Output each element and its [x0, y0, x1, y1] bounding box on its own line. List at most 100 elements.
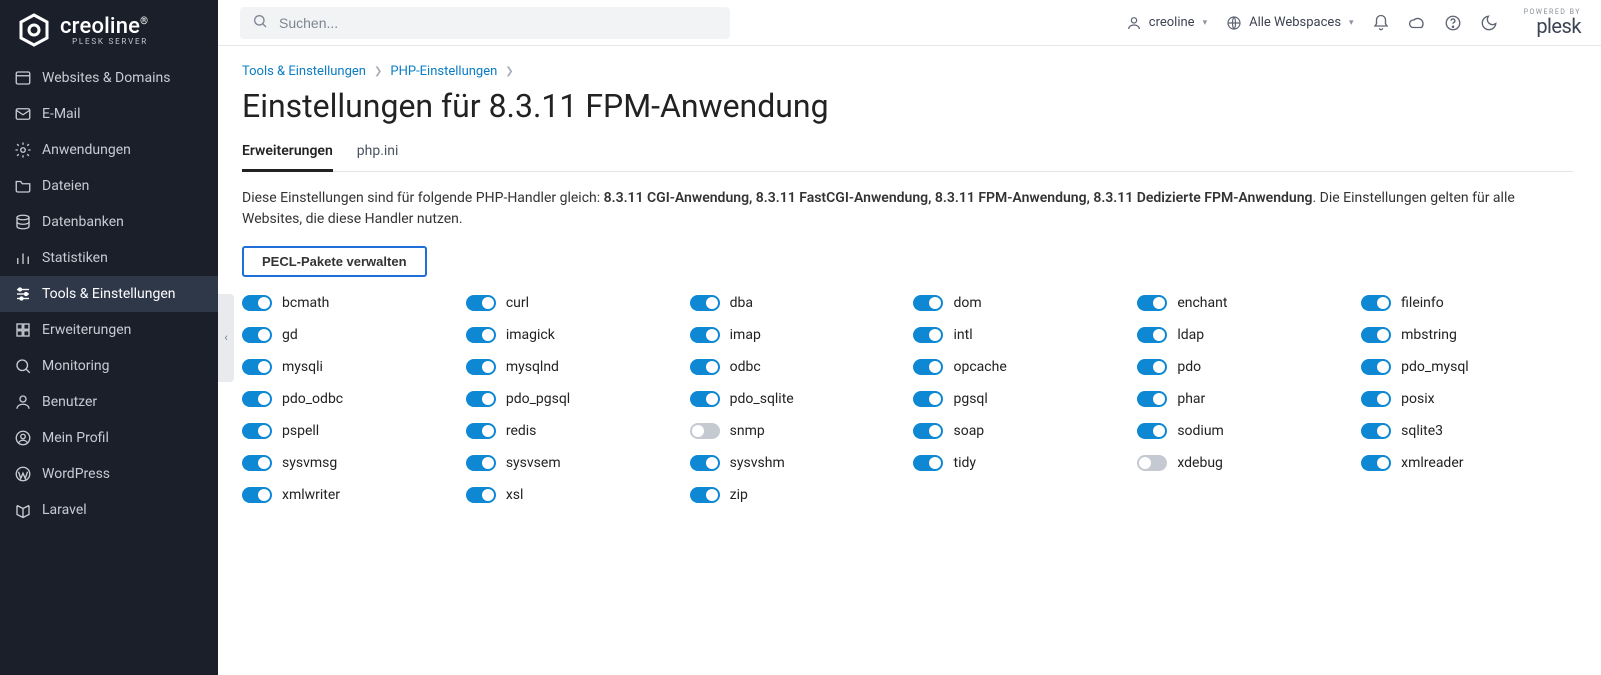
toggle-opcache[interactable]: [913, 359, 943, 375]
toggle-sodium[interactable]: [1137, 423, 1167, 439]
toggle-pdo_odbc[interactable]: [242, 391, 272, 407]
sidebar-item-monitoring[interactable]: Monitoring: [0, 348, 218, 384]
toggle-xdebug[interactable]: [1137, 455, 1167, 471]
toggle-pdo_mysql[interactable]: [1361, 359, 1391, 375]
ext-label: posix: [1401, 391, 1434, 407]
toggle-xmlwriter[interactable]: [242, 487, 272, 503]
ext-label: pgsql: [953, 391, 987, 407]
toggle-snmp[interactable]: [690, 423, 720, 439]
ext-label: enchant: [1177, 295, 1227, 311]
ext-label: imagick: [506, 327, 555, 343]
toggle-curl[interactable]: [466, 295, 496, 311]
scope-menu[interactable]: Alle Webspaces ▾: [1225, 14, 1353, 32]
sidebar-item-label: Websites & Domains: [42, 70, 170, 86]
ext-xdebug: xdebug: [1137, 455, 1349, 471]
toggle-sysvsem[interactable]: [466, 455, 496, 471]
toggle-pspell[interactable]: [242, 423, 272, 439]
ext-label: pdo: [1177, 359, 1201, 375]
toggle-dom[interactable]: [913, 295, 943, 311]
toggle-mysqlnd[interactable]: [466, 359, 496, 375]
toggle-odbc[interactable]: [690, 359, 720, 375]
sidebar-item-applications[interactable]: Anwendungen: [0, 132, 218, 168]
toggle-intl[interactable]: [913, 327, 943, 343]
ext-label: xsl: [506, 487, 524, 503]
toggle-sysvshm[interactable]: [690, 455, 720, 471]
ext-label: sysvshm: [730, 455, 785, 471]
search-input[interactable]: [240, 7, 730, 39]
toggle-pgsql[interactable]: [913, 391, 943, 407]
toggle-phar[interactable]: [1137, 391, 1167, 407]
sidebar-item-tools[interactable]: Tools & Einstellungen: [0, 276, 218, 312]
powered-by-plesk[interactable]: POWERED BY plesk: [1524, 9, 1581, 36]
ext-pgsql: pgsql: [913, 391, 1125, 407]
help-icon[interactable]: [1444, 14, 1462, 32]
sidebar-item-databases[interactable]: Datenbanken: [0, 204, 218, 240]
tab-extensions[interactable]: Erweiterungen: [242, 143, 333, 172]
sidebar-item-files[interactable]: Dateien: [0, 168, 218, 204]
ext-sqlite3: sqlite3: [1361, 423, 1573, 439]
brand-name: creoline: [60, 14, 140, 39]
logo-icon: [16, 12, 52, 48]
toggle-pdo_sqlite[interactable]: [690, 391, 720, 407]
toggle-pdo_pgsql[interactable]: [466, 391, 496, 407]
manage-pecl-button[interactable]: PECL-Pakete verwalten: [242, 246, 427, 277]
collapse-sidebar-button[interactable]: ‹: [218, 294, 234, 382]
toggle-enchant[interactable]: [1137, 295, 1167, 311]
laravel-icon: [14, 501, 32, 519]
toggle-gd[interactable]: [242, 327, 272, 343]
sidebar-item-label: Tools & Einstellungen: [42, 286, 176, 302]
bell-icon[interactable]: [1372, 14, 1390, 32]
sidebar-item-users[interactable]: Benutzer: [0, 384, 218, 420]
tabs: Erweiterungen php.ini: [242, 143, 1573, 172]
ext-label: phar: [1177, 391, 1205, 407]
tab-phpini[interactable]: php.ini: [357, 143, 399, 171]
toggle-soap[interactable]: [913, 423, 943, 439]
breadcrumb-link-php[interactable]: PHP-Einstellungen: [390, 64, 497, 79]
toggle-ldap[interactable]: [1137, 327, 1167, 343]
user-menu[interactable]: creoline ▾: [1125, 14, 1207, 32]
ext-label: sodium: [1177, 423, 1224, 439]
toggle-sysvmsg[interactable]: [242, 455, 272, 471]
toggle-xsl[interactable]: [466, 487, 496, 503]
chevron-right-icon: ❯: [505, 66, 513, 77]
sidebar-item-email[interactable]: E-Mail: [0, 96, 218, 132]
sidebar-item-statistics[interactable]: Statistiken: [0, 240, 218, 276]
cloud-icon[interactable]: [1408, 14, 1426, 32]
ext-pdo_sqlite: pdo_sqlite: [690, 391, 902, 407]
toggle-redis[interactable]: [466, 423, 496, 439]
sidebar-item-profile[interactable]: Mein Profil: [0, 420, 218, 456]
theme-icon[interactable]: [1480, 14, 1498, 32]
extensions-grid: bcmathcurldbadomenchantfileinfogdimagick…: [242, 295, 1573, 503]
breadcrumb-link-tools[interactable]: Tools & Einstellungen: [242, 64, 366, 79]
ext-odbc: odbc: [690, 359, 902, 375]
toggle-sqlite3[interactable]: [1361, 423, 1391, 439]
toggle-imap[interactable]: [690, 327, 720, 343]
toggle-posix[interactable]: [1361, 391, 1391, 407]
ext-label: mbstring: [1401, 327, 1457, 343]
ext-redis: redis: [466, 423, 678, 439]
sidebar-item-label: Benutzer: [42, 394, 97, 410]
toggle-tidy[interactable]: [913, 455, 943, 471]
toggle-imagick[interactable]: [466, 327, 496, 343]
ext-label: imap: [730, 327, 761, 343]
toggle-mysqli[interactable]: [242, 359, 272, 375]
sidebar-item-label: Laravel: [42, 502, 87, 518]
toggle-xmlreader[interactable]: [1361, 455, 1391, 471]
sidebar-item-laravel[interactable]: Laravel: [0, 492, 218, 528]
brand-subtitle: PLESK SERVER: [60, 37, 148, 46]
toggle-mbstring[interactable]: [1361, 327, 1391, 343]
sidebar-item-extensions[interactable]: Erweiterungen: [0, 312, 218, 348]
ext-label: odbc: [730, 359, 761, 375]
ext-pdo_pgsql: pdo_pgsql: [466, 391, 678, 407]
toggle-zip[interactable]: [690, 487, 720, 503]
sidebar-item-label: E-Mail: [42, 106, 80, 122]
sidebar-item-wordpress[interactable]: WordPress: [0, 456, 218, 492]
toggle-pdo[interactable]: [1137, 359, 1167, 375]
toggle-bcmath[interactable]: [242, 295, 272, 311]
sidebar-item-websites-domains[interactable]: Websites & Domains: [0, 60, 218, 96]
toggle-dba[interactable]: [690, 295, 720, 311]
ext-fileinfo: fileinfo: [1361, 295, 1573, 311]
logo[interactable]: creoline® PLESK SERVER: [0, 0, 218, 60]
ext-label: intl: [953, 327, 972, 343]
toggle-fileinfo[interactable]: [1361, 295, 1391, 311]
